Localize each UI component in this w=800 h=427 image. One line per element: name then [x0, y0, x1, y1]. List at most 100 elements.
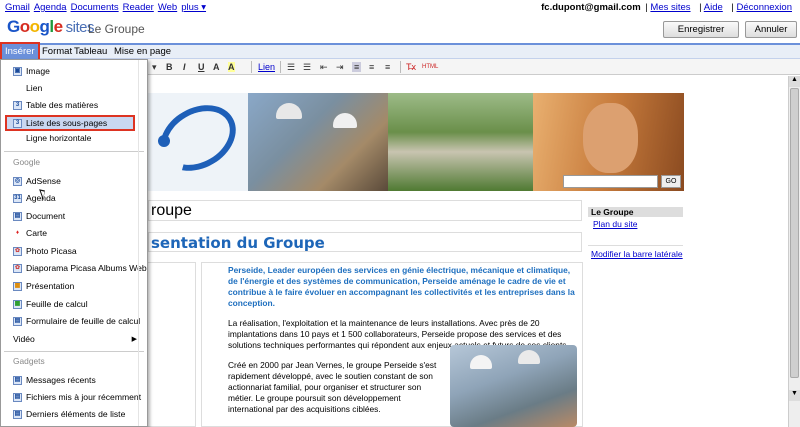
scroll-down-icon[interactable]: ▼	[789, 390, 800, 401]
menu-insert[interactable]: Insérer	[0, 42, 40, 62]
menu-label: Lien	[26, 83, 43, 93]
insert-presentation-item[interactable]: ▦ Présentation	[1, 279, 147, 293]
insert-link-item[interactable]: Lien	[1, 81, 147, 95]
paragraph: Créé en 2000 par Jean Vernes, le groupe …	[228, 360, 437, 414]
insert-hr-item[interactable]: Ligne horizontale	[1, 133, 147, 143]
help-link[interactable]: Aide	[704, 2, 723, 13]
menu-label: Formulaire de feuille de calcul	[26, 316, 141, 326]
insert-picasa-slideshow-item[interactable]: ✿ Diaporama Picasa Albums Web	[1, 261, 147, 275]
editor-menubar: Insérer Format Tableau Mise en page	[0, 42, 800, 62]
edit-sidebar-link[interactable]: Modifier la barre latérale	[588, 245, 683, 259]
account-links: fc.dupont@gmail.com | Mes sites | Aide |…	[539, 2, 796, 14]
insert-video-item[interactable]: Vidéo ▶	[1, 332, 147, 346]
logout-link[interactable]: Déconnexion	[737, 2, 792, 13]
insert-recent-posts-item[interactable]: ▤ Messages récents	[1, 373, 147, 387]
menu-table[interactable]: Tableau	[74, 46, 107, 57]
my-sites-link[interactable]: Mes sites	[650, 2, 690, 13]
insert-calendar-item[interactable]: 31 Agenda	[1, 191, 147, 205]
logo-swirl-image	[148, 93, 248, 191]
insert-adsense-item[interactable]: ◎ AdSense	[1, 174, 147, 188]
insert-spreadsheet-item[interactable]: ▦ Feuille de calcul	[1, 297, 147, 311]
insert-image-item[interactable]: ▣ Image	[1, 64, 147, 78]
align-left-icon[interactable]: ≡	[352, 62, 362, 72]
underline-button[interactable]: U	[198, 62, 205, 72]
scroll-up-icon[interactable]: ▲	[789, 76, 800, 87]
scroll-thumb[interactable]	[790, 88, 799, 378]
web-link[interactable]: Web	[158, 2, 177, 13]
map-pin-icon: ♦	[13, 228, 22, 238]
site-search-input[interactable]	[563, 175, 658, 188]
insert-recent-files-item[interactable]: ▤ Fichiers mis à jour récemment	[1, 390, 147, 404]
cancel-button[interactable]: Annuler	[745, 21, 797, 38]
highlight-color-icon[interactable]: A	[228, 62, 235, 72]
search-go-button[interactable]: GO	[661, 175, 681, 188]
picasa-icon: ✿	[13, 246, 22, 256]
list-items-icon: ▤	[13, 409, 22, 419]
menu-layout[interactable]: Mise en page	[114, 46, 171, 57]
google-sites-editor: Gmail Agenda Documents Reader Web plus ▾ fc.d…	[0, 0, 800, 427]
page-subtitle[interactable]: sentation du Groupe	[148, 232, 582, 252]
calendar-icon: 31	[13, 193, 22, 203]
more-link[interactable]: plus ▾	[181, 2, 206, 13]
separator: |	[645, 2, 648, 13]
form-icon: ▤	[13, 316, 22, 326]
insert-list-items-item[interactable]: ▤ Derniers éléments de liste	[1, 407, 147, 421]
picasa-icon: ✿	[13, 263, 22, 273]
google-bar: Gmail Agenda Documents Reader Web plus ▾ fc.d…	[0, 0, 800, 14]
spreadsheet-icon: ▦	[13, 299, 22, 309]
bulleted-list-icon[interactable]: ☰	[303, 62, 311, 73]
menu-scrollbar[interactable]	[138, 60, 146, 426]
menu-label: AdSense	[26, 176, 61, 186]
insert-subpages-item[interactable]: 3 Liste des sous-pages	[5, 115, 135, 131]
menu-label: Carte	[26, 228, 48, 238]
save-button[interactable]: Enregistrer	[663, 21, 739, 38]
reader-link[interactable]: Reader	[123, 2, 154, 13]
separator: |	[731, 2, 734, 13]
adsense-icon: ◎	[13, 176, 22, 186]
bold-button[interactable]: B	[166, 62, 173, 72]
menu-label: Liste des sous-pages	[26, 118, 108, 128]
insert-menu: ▣ Image Lien 3 Table des matières 3 Liste d…	[0, 59, 148, 427]
sidebar-heading: Le Groupe	[588, 207, 683, 217]
google-sites-logo[interactable]: Google sites	[7, 17, 94, 37]
left-column[interactable]	[148, 262, 196, 427]
menu-format[interactable]: Format	[42, 46, 72, 57]
insert-picasa-photo-item[interactable]: ✿ Photo Picasa	[1, 244, 147, 258]
align-center-icon[interactable]: ≡	[369, 62, 374, 72]
style-dropdown-icon[interactable]: ▾	[152, 62, 157, 73]
page-title[interactable]: roupe	[148, 200, 582, 221]
face-shape	[583, 103, 638, 173]
toc-icon: 3	[13, 100, 22, 110]
outdent-icon[interactable]: ⇤	[320, 62, 328, 73]
presentation-icon: ▦	[13, 281, 22, 291]
insert-form-item[interactable]: ▤ Formulaire de feuille de calcul	[1, 314, 147, 328]
menu-label: Table des matières	[26, 100, 99, 110]
insert-map-item[interactable]: ♦ Carte	[1, 226, 147, 240]
documents-link[interactable]: Documents	[71, 2, 119, 13]
workers-image	[248, 93, 388, 191]
vertical-scrollbar[interactable]: ▲ ▼	[788, 76, 800, 427]
helmet-shape	[470, 355, 492, 369]
html-icon[interactable]: HTML	[422, 64, 438, 70]
italic-button[interactable]: I	[183, 62, 186, 72]
indent-icon[interactable]: ⇥	[336, 62, 344, 73]
logo-letter: o	[29, 17, 40, 36]
menu-label: Fichiers mis à jour récemment	[26, 392, 142, 402]
insert-toc-item[interactable]: 3 Table des matières	[1, 98, 147, 112]
header: Google sites Le Groupe Enregistrer Annule…	[0, 14, 800, 43]
subpages-icon: 3	[13, 118, 22, 128]
logo-letter: g	[39, 17, 50, 36]
sitemap-link[interactable]: Plan du site	[588, 217, 683, 231]
numbered-list-icon[interactable]: ☰	[287, 62, 295, 73]
menu-label: Ligne horizontale	[26, 133, 92, 143]
text-color-icon[interactable]: A	[213, 62, 220, 72]
menu-label: Derniers éléments de liste	[26, 409, 126, 419]
clear-formatting-icon[interactable]: T̶x	[406, 62, 416, 72]
agenda-link[interactable]: Agenda	[34, 2, 67, 13]
align-right-icon[interactable]: ≡	[385, 62, 390, 72]
logo-letter: e	[53, 17, 63, 36]
engineers-photo[interactable]	[450, 345, 577, 427]
link-button[interactable]: Lien	[258, 62, 275, 72]
insert-document-item[interactable]: ▤ Document	[1, 209, 147, 223]
gmail-link[interactable]: Gmail	[5, 2, 30, 13]
